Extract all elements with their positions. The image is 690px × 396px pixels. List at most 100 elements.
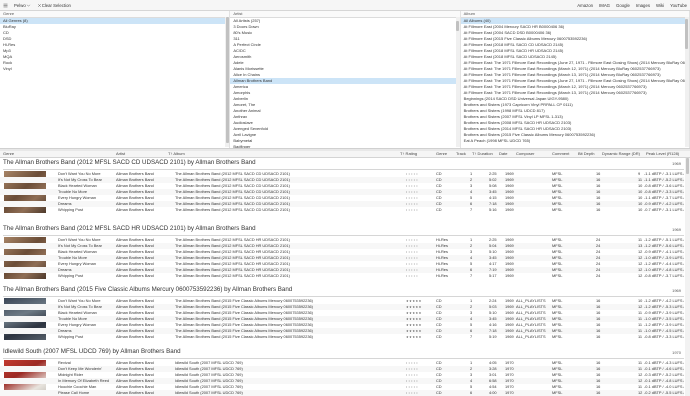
album-group-header[interactable]: The Allman Brothers Band (2012 MFSL SACD…	[0, 158, 684, 167]
album-group-year: 1969	[672, 227, 681, 232]
album-group-divider	[3, 296, 684, 297]
genre-scroll-thumb[interactable]	[225, 17, 229, 143]
track-composer	[516, 207, 550, 213]
track-list-scrollbar[interactable]	[685, 158, 690, 396]
track-list-scroll-thumb[interactable]	[686, 158, 689, 174]
track-duration: 5:17	[489, 273, 497, 278]
track-rating: • • • • •	[406, 274, 418, 278]
artist-scrollbar[interactable]	[455, 17, 460, 147]
track-bit-depth: 16	[596, 207, 601, 212]
track-duration: 5:16	[489, 207, 497, 212]
album-scroll-thumb[interactable]	[685, 19, 689, 49]
track-date: 1969	[505, 273, 514, 278]
track-row[interactable]: Whipping Post Allman Brothers Band The All…	[0, 334, 684, 340]
artist-scroll-thumb[interactable]	[456, 21, 460, 31]
album-group-title: The Allman Brothers Band (2012 MFSL SACD…	[3, 225, 256, 232]
track-list-header: Genre Artist T↑ Album T↑ Rating Genre Tr…	[0, 151, 690, 158]
col-artist[interactable]: Artist	[116, 151, 125, 157]
chevron-down-icon	[26, 4, 30, 7]
track-artist: Allman Brothers Band	[116, 273, 154, 278]
genre-filter[interactable]: Genre All Genres (8) BluRay CD DSD Hi-Res Mp3…	[0, 11, 231, 148]
col-date[interactable]: Date	[499, 151, 507, 157]
track-row[interactable]: Whipping Post Allman Brothers Band The All…	[0, 273, 684, 279]
track-peak-level: -0.7 dBTP / -3.1 LUFS / -1.1	[644, 207, 684, 212]
col-genre2[interactable]: Genre	[436, 151, 447, 157]
album-filter-header[interactable]: Album	[460, 11, 689, 18]
genre-list-item[interactable]: Vinyl	[0, 66, 229, 72]
track-date: 1969	[505, 207, 514, 212]
col-composer[interactable]: Composer	[516, 151, 534, 157]
album-group: The Allman Brothers Band (2012 MFSL SACD…	[0, 224, 684, 286]
back-button[interactable]	[0, 1, 11, 9]
track-peak-level: -0.8 dBTP / -3.3 LUFS / -1.2	[644, 334, 684, 339]
clear-selection-label: Clear Selection	[41, 2, 71, 8]
album-group: The Allman Brothers Band (2015 Five Clas…	[0, 285, 684, 347]
col-comment[interactable]: Comment	[552, 151, 569, 157]
album-scrollbar[interactable]	[684, 17, 689, 147]
album-group-header[interactable]: Idlewild South (2007 MFSL UDCD 769) by A…	[0, 347, 684, 356]
link-imag[interactable]: IMAG	[596, 3, 613, 8]
col-peak-level[interactable]: Peak Level (R128)	[646, 151, 679, 157]
col-dynamic-range[interactable]: Dynamic Range (DR)	[602, 151, 640, 157]
track-duration: 5:19	[489, 334, 497, 339]
col-bit-depth[interactable]: Bit Depth	[578, 151, 594, 157]
genre-list: All Genres (8) BluRay CD DSD Hi-Res Mp3 MQA Roc…	[0, 18, 230, 72]
track-title: Whipping Post	[58, 334, 84, 339]
album-group-divider	[3, 358, 684, 359]
track-title: Whipping Post	[58, 207, 84, 212]
album-group-title: The Allman Brothers Band (2012 MFSL SACD…	[3, 159, 256, 166]
link-google[interactable]: Google	[613, 3, 633, 8]
album-list-item[interactable]: Eat A Peach (1998 MFSL UDCD 765)	[461, 138, 689, 144]
track-number: 7	[470, 273, 473, 278]
link-youtube[interactable]: YouTube	[667, 3, 690, 8]
menu-icon	[3, 3, 8, 7]
track-composer	[516, 273, 550, 279]
album-group-title: Idlewild South (2007 MFSL UDCD 769) by A…	[3, 348, 181, 355]
view-selector[interactable]: Pelwo	[11, 1, 34, 9]
toolbar: Pelwo Clear Selection Amazon IMAG Google…	[0, 0, 690, 11]
track-row[interactable]: Whipping Post Allman Brothers Band The All…	[0, 207, 684, 213]
artist-list: All Artists (257) 3 Doors Down 80's Music 3…	[230, 18, 460, 148]
album-group-divider	[3, 169, 684, 170]
link-images[interactable]: Images	[633, 3, 653, 8]
genre-scrollbar[interactable]	[225, 17, 230, 147]
track-composer: ALL_PLAYLISTS	[516, 334, 546, 339]
track-bit-depth: 16	[596, 334, 601, 339]
link-amazon[interactable]: Amazon	[574, 3, 596, 8]
col-duration[interactable]: T↑ Duration	[472, 151, 493, 157]
album-group-title: The Allman Brothers Band (2015 Five Clas…	[3, 286, 293, 293]
track-title: Whipping Post	[58, 273, 84, 278]
track-artist: Allman Brothers Band	[116, 334, 154, 339]
album-group: The Allman Brothers Band (2012 MFSL SACD…	[0, 158, 684, 220]
track-rating: ★★★★★	[406, 335, 422, 339]
artist-filter-header[interactable]: Artist	[230, 11, 460, 18]
track-album: The Allman Brothers Band (2012 MFSL SACD…	[175, 207, 290, 212]
track-genre: Hi-Res	[436, 273, 448, 278]
album-list: All Albums (40) At Fillmore East (2004 Me…	[460, 18, 689, 144]
col-track[interactable]: Track	[456, 151, 466, 157]
col-rating[interactable]: T↑ Rating	[400, 151, 417, 157]
track-album: The Allman Brothers Band (2015 Five Clas…	[175, 334, 313, 339]
track-bit-depth: 24	[596, 273, 601, 278]
clear-selection-button[interactable]: Clear Selection	[34, 1, 74, 9]
track-list: The Allman Brothers Band (2012 MFSL SACD…	[0, 158, 684, 396]
track-comment: MFSL	[552, 207, 563, 212]
track-artist: Allman Brothers Band	[116, 207, 154, 212]
album-group-divider	[3, 235, 684, 236]
album-group-year: 1970	[672, 350, 681, 355]
album-filter[interactable]: Album All Albums (40) At Fillmore East (2…	[460, 11, 690, 148]
track-genre: CD	[436, 334, 442, 339]
col-album[interactable]: T↑ Album	[168, 151, 185, 157]
album-group-header[interactable]: The Allman Brothers Band (2015 Five Clas…	[0, 285, 684, 294]
link-wiki[interactable]: Wiki	[653, 3, 667, 8]
web-links: Amazon IMAG Google Images Wiki YouTube	[574, 3, 690, 8]
album-group: Idlewild South (2007 MFSL UDCD 769) by A…	[0, 347, 684, 396]
artist-filter[interactable]: Artist All Artists (257) 3 Doors Down 80's…	[230, 11, 461, 148]
track-number: 7	[470, 334, 473, 339]
track-genre: CD	[436, 207, 442, 212]
genre-filter-header[interactable]: Genre	[0, 11, 230, 18]
album-group-header[interactable]: The Allman Brothers Band (2012 MFSL SACD…	[0, 224, 684, 233]
col-genre[interactable]: Genre	[3, 151, 14, 157]
view-selector-label: Pelwo	[14, 2, 26, 8]
track-number: 7	[470, 207, 473, 212]
